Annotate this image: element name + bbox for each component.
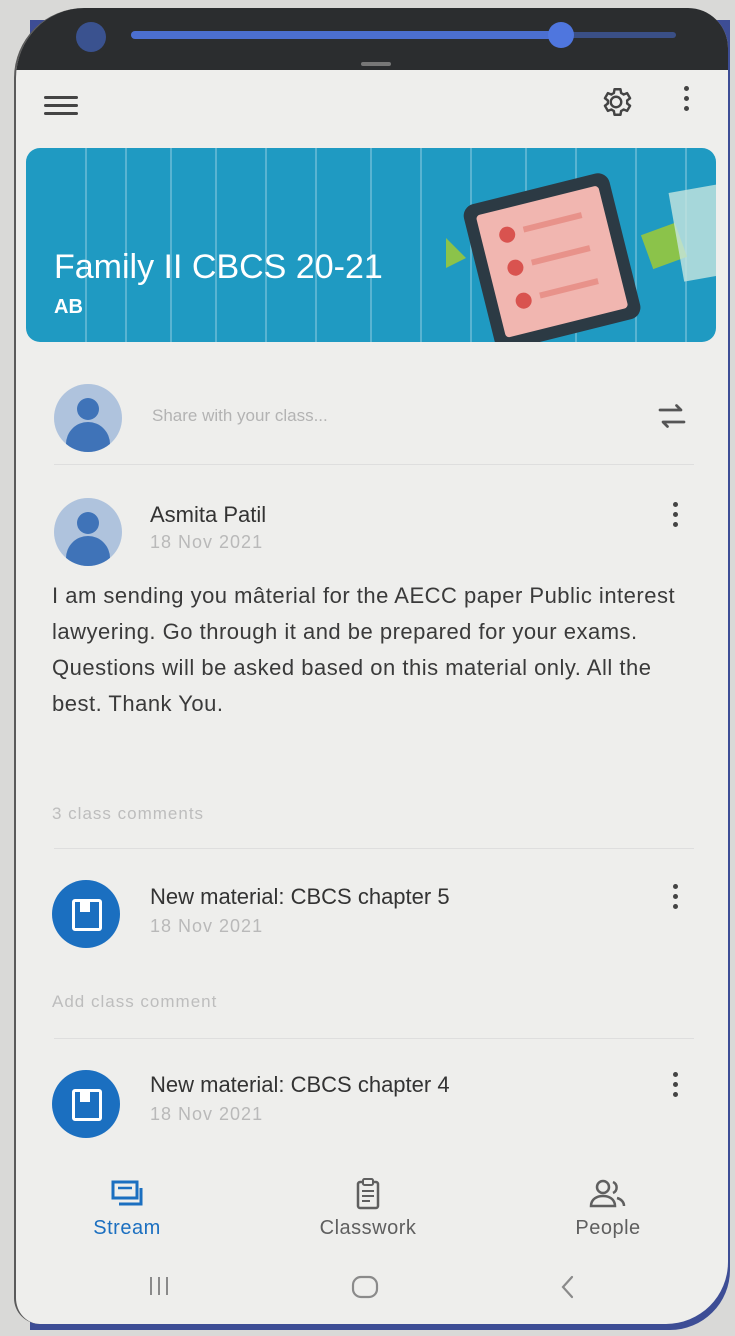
nav-stream-label: Stream [93, 1217, 161, 1239]
post-author: Asmita Patil [150, 502, 267, 527]
post-body: I am sending you mâterial for the AECC p… [52, 583, 676, 716]
quick-settings-strip [16, 8, 728, 70]
banner-illustration [85, 148, 716, 342]
nav-classwork-label: Classwork [319, 1217, 417, 1239]
share-row [16, 380, 728, 460]
recent-apps-icon[interactable] [146, 1274, 172, 1298]
material-title[interactable]: New material: CBCS chapter 5 [150, 884, 450, 910]
add-class-comment-link[interactable]: Add class comment [52, 992, 217, 1012]
material-more-icon[interactable] [668, 884, 682, 914]
nav-people[interactable]: People [564, 1178, 652, 1240]
brightness-icon [76, 22, 106, 52]
post-date: 18 Nov 2021 [150, 532, 264, 552]
back-icon[interactable] [558, 1274, 578, 1300]
class-section: AB [54, 296, 83, 318]
user-avatar [54, 384, 122, 452]
material-icon [52, 1070, 120, 1138]
nav-classwork[interactable]: Classwork [302, 1178, 434, 1240]
nav-people-label: People [575, 1217, 641, 1239]
share-input[interactable] [150, 400, 574, 432]
stream-icon [111, 1180, 143, 1206]
divider [54, 848, 694, 849]
people-icon [589, 1179, 626, 1208]
app-bar [16, 70, 728, 140]
nav-stream[interactable]: Stream [82, 1178, 172, 1240]
drag-handle[interactable] [361, 62, 391, 66]
divider [54, 464, 694, 465]
class-comments-link[interactable]: 3 class comments [52, 804, 204, 824]
home-icon[interactable] [350, 1274, 380, 1300]
material-date: 18 Nov 2021 [150, 1104, 264, 1124]
brightness-slider-fill [131, 31, 561, 39]
bottom-navigation: Stream Classwork People [16, 1168, 728, 1268]
material-icon [52, 880, 120, 948]
more-options-icon[interactable] [680, 86, 692, 116]
class-banner[interactable]: Family II CBCS 20-21 AB [26, 148, 716, 342]
material-date: 18 Nov 2021 [150, 916, 264, 936]
post-author-avatar [54, 498, 122, 566]
class-title: Family II CBCS 20-21 [54, 248, 383, 286]
material-more-icon[interactable] [668, 1072, 682, 1102]
brightness-slider-handle[interactable] [548, 22, 574, 48]
classwork-icon [356, 1178, 380, 1210]
divider [54, 1038, 694, 1039]
material-title[interactable]: New material: CBCS chapter 4 [150, 1072, 450, 1098]
hamburger-menu-icon[interactable] [44, 96, 78, 120]
repost-icon[interactable] [654, 398, 690, 434]
gear-icon[interactable] [598, 84, 634, 120]
app-screen: Family II CBCS 20-21 AB Asmita Patil 18 … [14, 8, 728, 1324]
post-more-icon[interactable] [668, 502, 682, 532]
system-navigation-bar [16, 1260, 728, 1316]
